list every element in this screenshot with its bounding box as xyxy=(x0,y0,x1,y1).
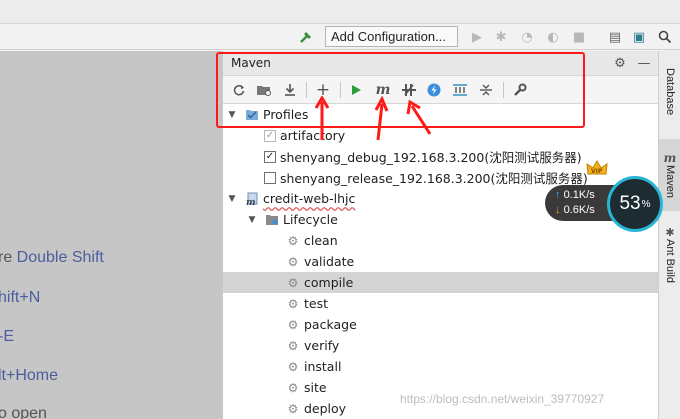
goal-label: verify xyxy=(304,338,340,353)
lifecycle-goal-package[interactable]: ⚙ package xyxy=(223,314,659,335)
goal-gear-icon: ⚙ xyxy=(287,317,299,332)
tab-label: Ant Build xyxy=(664,239,676,284)
collapse-all-icon[interactable] xyxy=(476,80,496,100)
right-tool-bar: Database m Maven ✱ Ant Build xyxy=(658,51,680,419)
goal-label: compile xyxy=(304,275,354,290)
lifecycle-goal-install[interactable]: ⚙ install xyxy=(223,356,659,377)
stop-icon[interactable]: ■ xyxy=(570,28,588,46)
debug-icon[interactable]: ✱ xyxy=(492,28,510,46)
toggle-offline-mode-icon[interactable] xyxy=(399,80,419,100)
maven-settings-wrench-icon[interactable] xyxy=(510,80,530,100)
layout-icon[interactable]: ▣ xyxy=(630,28,648,46)
goal-label: validate xyxy=(304,254,355,269)
goal-gear-icon: ⚙ xyxy=(287,338,299,353)
goal-gear-icon: ⚙ xyxy=(287,233,299,248)
toolbar-separator xyxy=(340,82,341,98)
build-hammer-icon[interactable] xyxy=(297,28,315,46)
profile-label: artifactory xyxy=(280,128,346,143)
goal-gear-icon: ⚙ xyxy=(287,275,299,290)
minimize-icon[interactable]: — xyxy=(635,54,653,72)
tree-label: Lifecycle xyxy=(283,212,338,227)
download-speed: ↓ 0.6K/s xyxy=(555,204,595,216)
lifecycle-goal-verify[interactable]: ⚙ verify xyxy=(223,335,659,356)
upload-arrow-icon: ↑ xyxy=(555,189,561,201)
hint-search-everywhere: re Double Shift xyxy=(0,249,104,266)
execute-maven-goal-icon[interactable]: m xyxy=(373,80,393,100)
profile-checkbox[interactable]: ✓ xyxy=(264,150,276,163)
goal-label: clean xyxy=(304,233,338,248)
maven-tree: ▼ Profiles ✓ artifactory ✓ shenyang_debu… xyxy=(223,104,659,419)
goal-gear-icon: ⚙ xyxy=(287,254,299,269)
profile-label: shenyang_debug_192.168.3.200(沈阳测试服务器) xyxy=(280,150,582,165)
run-icon[interactable]: ▶ xyxy=(468,28,486,46)
hint-recent-files: -E xyxy=(0,328,14,345)
toolbar-separator xyxy=(503,82,504,98)
gear-icon[interactable]: ⚙ xyxy=(611,54,629,72)
skip-tests-icon[interactable] xyxy=(424,80,444,100)
maven-toolbar: + m xyxy=(223,76,659,104)
goal-gear-icon: ⚙ xyxy=(287,401,299,416)
tab-ant-build[interactable]: ✱ Ant Build xyxy=(659,219,680,291)
goal-label: site xyxy=(304,380,327,395)
project-structure-icon[interactable]: ▤ xyxy=(606,28,624,46)
maven-header: Maven ⚙ — xyxy=(223,51,659,76)
ant-icon: ✱ xyxy=(665,226,675,240)
lifecycle-goal-compile[interactable]: ⚙ compile xyxy=(223,272,659,293)
search-icon[interactable] xyxy=(656,28,674,46)
tab-label: Database xyxy=(664,68,676,116)
hint-drop-files: o open xyxy=(0,405,47,419)
svg-text:VIP: VIP xyxy=(591,168,603,175)
vip-crown-badge: VIP xyxy=(586,160,608,175)
run-maven-build-icon[interactable] xyxy=(346,80,366,100)
svg-text:m: m xyxy=(246,198,256,206)
goal-label: install xyxy=(304,359,342,374)
expand-arrow-icon[interactable]: ▼ xyxy=(227,110,237,120)
goal-label: test xyxy=(304,296,329,311)
tree-label: credit-web-lhjc xyxy=(263,191,356,206)
maven-project-icon: m xyxy=(245,192,259,206)
window-top-strip xyxy=(0,0,680,24)
goal-gear-icon: ⚙ xyxy=(287,296,299,311)
profile-item[interactable]: ✓ artifactory xyxy=(223,125,659,146)
hint-go-to-file: hift+N xyxy=(0,289,41,306)
profile-checkbox[interactable] xyxy=(264,171,276,184)
profile-icon[interactable]: ◐ xyxy=(544,28,562,46)
goal-gear-icon: ⚙ xyxy=(287,380,299,395)
toolbar-separator xyxy=(306,82,307,98)
tab-database[interactable]: Database xyxy=(659,53,680,131)
expand-arrow-icon[interactable]: ▼ xyxy=(247,215,257,225)
profile-checkbox[interactable]: ✓ xyxy=(264,129,276,142)
expand-arrow-icon[interactable]: ▼ xyxy=(227,194,237,204)
hint-navigation-bar: lt+Home xyxy=(0,367,59,384)
download-arrow-icon: ↓ xyxy=(555,204,561,216)
memory-usage-gauge: 53% xyxy=(607,176,663,232)
upload-speed: ↑ 0.1K/s xyxy=(555,189,595,201)
lifecycle-goal-validate[interactable]: ⚙ validate xyxy=(223,251,659,272)
show-dependencies-icon[interactable] xyxy=(450,80,470,100)
editor-area: re Double Shift hift+N -E lt+Home o open xyxy=(0,51,222,419)
lifecycle-goal-test[interactable]: ⚙ test xyxy=(223,293,659,314)
maven-title: Maven xyxy=(231,56,271,70)
profile-label: shenyang_release_192.168.3.200(沈阳测试服务器) xyxy=(280,171,588,186)
lifecycle-folder-icon xyxy=(265,213,279,227)
add-configuration-button[interactable]: Add Configuration... xyxy=(325,26,458,47)
download-sources-icon[interactable] xyxy=(280,80,300,100)
profiles-folder-icon xyxy=(245,108,259,122)
maven-tool-window: Maven ⚙ — + m ▼ Profiles ✓ artifactory ✓… xyxy=(222,51,659,419)
tree-node-profiles[interactable]: ▼ Profiles xyxy=(223,104,659,125)
goal-label: deploy xyxy=(304,401,347,416)
goal-label: package xyxy=(304,317,357,332)
coverage-icon[interactable]: ◔ xyxy=(518,28,536,46)
generate-sources-icon[interactable] xyxy=(254,80,274,100)
goal-gear-icon: ⚙ xyxy=(287,359,299,374)
add-maven-project-icon[interactable]: + xyxy=(313,80,333,100)
maven-icon: m xyxy=(663,151,677,166)
main-toolbar: Add Configuration... ▶ ✱ ◔ ◐ ■ ▤ ▣ xyxy=(0,24,680,50)
watermark-text: https://blog.csdn.net/weixin_39770927 xyxy=(400,392,605,406)
tree-label: Profiles xyxy=(263,107,309,122)
lifecycle-goal-clean[interactable]: ⚙ clean xyxy=(223,230,659,251)
network-speed-widget[interactable]: ↑ 0.1K/s ↓ 0.6K/s 53% xyxy=(545,176,667,232)
reload-icon[interactable] xyxy=(229,80,249,100)
